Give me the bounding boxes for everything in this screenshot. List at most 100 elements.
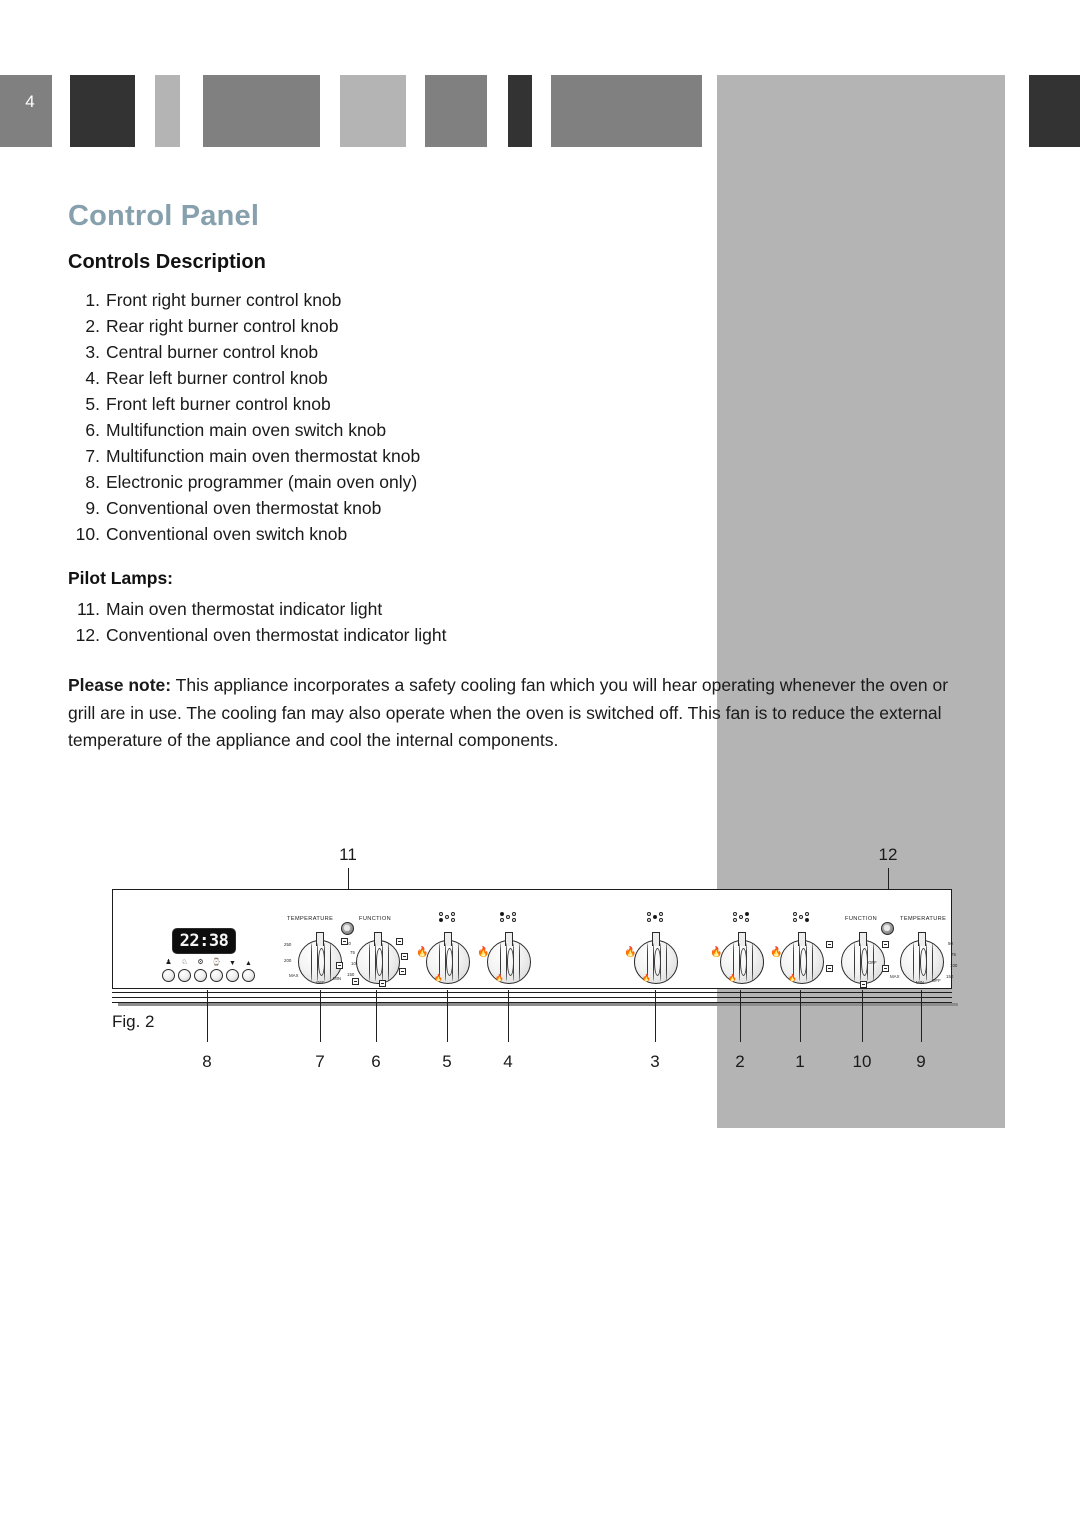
callout-leader-5 xyxy=(447,990,448,1042)
section-heading-pilot-lamps: Pilot Lamps: xyxy=(68,568,174,588)
knob-ridge xyxy=(324,943,326,981)
list-item-label: Front left burner control knob xyxy=(106,394,331,414)
callout-2: 2 xyxy=(735,1052,745,1071)
knob-ridge xyxy=(388,943,390,981)
hob-dot-active xyxy=(439,918,443,922)
list-item: 2. Rear right burner control knob xyxy=(68,313,538,339)
header-block xyxy=(203,75,320,147)
panel-trim-line xyxy=(112,992,952,993)
list-item-number: 7. xyxy=(85,446,100,466)
function-icon-off-right xyxy=(860,981,867,988)
list-item: 3. Central burner control knob xyxy=(68,339,538,365)
list-item-label: Electronic programmer (main oven only) xyxy=(106,472,418,492)
flame-icon-large: 🔥 xyxy=(477,947,490,958)
callout-12: 12 xyxy=(878,845,898,864)
knob-ridge xyxy=(458,943,460,981)
please-note-body: This appliance incorporates a safety coo… xyxy=(68,675,949,750)
flame-icon-small: 🔥 xyxy=(642,975,651,982)
knob-main-oven-switch[interactable] xyxy=(356,932,400,984)
programmer-pan-button[interactable] xyxy=(178,969,191,982)
list-item: 11. Main oven thermostat indicator light xyxy=(68,596,538,622)
function-icon-light-right xyxy=(882,941,889,948)
callout-leader-3 xyxy=(655,990,656,1042)
programmer-clock-value: 22:38 xyxy=(179,931,229,951)
programmer-increase-button[interactable] xyxy=(242,969,255,982)
knob-conventional-oven-switch[interactable] xyxy=(841,932,885,984)
function-icon-grill-right xyxy=(826,941,833,948)
knob-ridge xyxy=(330,943,332,981)
programmer-display: 22:38 xyxy=(172,928,236,954)
pan-icon: ♘ xyxy=(181,959,188,966)
hob-dot xyxy=(512,918,516,922)
knob-front-right-burner[interactable] xyxy=(780,932,824,984)
tick-150-right: 150 xyxy=(946,974,954,979)
knob-central-burner[interactable] xyxy=(634,932,678,984)
list-item-label: Multifunction main oven thermostat knob xyxy=(106,446,421,466)
header-block xyxy=(551,75,702,147)
list-item: 5. Front left burner control knob xyxy=(68,391,538,417)
list-item: 1. Front right burner control knob xyxy=(68,287,538,313)
lock-icon: ♟ xyxy=(165,959,172,966)
hob-dot xyxy=(659,918,663,922)
label-function-left: FUNCTION xyxy=(359,916,392,922)
list-item-number: 3. xyxy=(85,342,100,362)
header-block xyxy=(1029,75,1080,147)
programmer-lock-button[interactable] xyxy=(162,969,175,982)
list-item: 9. Conventional oven thermostat knob xyxy=(68,495,538,521)
hob-dot-active xyxy=(805,918,809,922)
label-temperature-left: TEMPERATURE xyxy=(287,916,334,922)
hob-dot-active xyxy=(745,912,749,916)
panel-trim-line xyxy=(112,997,952,998)
flame-icon-large: 🔥 xyxy=(710,947,723,958)
list-item-number: 12. xyxy=(75,625,100,645)
flame-icon-small: 🔥 xyxy=(788,975,797,982)
pilot-lamp-main-oven xyxy=(341,922,354,935)
chevron-up-icon: ▲ xyxy=(245,960,252,967)
please-note-label: Please note: xyxy=(68,675,172,695)
knob-ridge xyxy=(932,943,934,981)
list-item: 12. Conventional oven thermostat indicat… xyxy=(68,622,538,648)
list-item-label: Front right burner control knob xyxy=(106,290,342,310)
tick-250: 200 xyxy=(284,958,292,963)
programmer-clock-button[interactable] xyxy=(210,969,223,982)
knob-ridge xyxy=(746,943,748,981)
knob-rear-left-burner[interactable] xyxy=(487,932,531,984)
knob-ridge xyxy=(311,943,313,981)
callout-5: 5 xyxy=(442,1052,452,1071)
hob-dot xyxy=(733,912,737,916)
hob-dot xyxy=(500,918,504,922)
tick-max-right: MAX xyxy=(890,974,900,979)
programmer-decrease-button[interactable] xyxy=(226,969,239,982)
hob-dot xyxy=(451,918,455,922)
header-block xyxy=(340,75,406,147)
callout-10: 10 xyxy=(852,1052,872,1071)
programmer-pan-lid-button[interactable] xyxy=(194,969,207,982)
hob-indicator-central xyxy=(645,912,667,925)
tick-150: 150 xyxy=(347,972,355,977)
knob-rear-right-burner[interactable] xyxy=(720,932,764,984)
tick-75-right: 75 xyxy=(951,952,956,957)
flame-icon-large: 🔥 xyxy=(770,947,783,958)
callout-leader-2 xyxy=(740,990,741,1042)
clock-icon: ⌚ xyxy=(212,959,221,966)
function-icon-fan-oven xyxy=(401,953,408,960)
tick-max: MAX xyxy=(289,973,299,978)
list-item: 4. Rear left burner control knob xyxy=(68,365,538,391)
hob-dot xyxy=(647,918,651,922)
list-item-number: 4. xyxy=(85,368,100,388)
list-item-label: Rear right burner control knob xyxy=(106,316,339,336)
hob-indicator-front-right xyxy=(791,912,813,925)
list-item-label: Main oven thermostat indicator light xyxy=(106,599,383,619)
callout-leader-10 xyxy=(862,990,863,1042)
knob-ridge xyxy=(369,943,371,981)
callout-leader-6 xyxy=(376,990,377,1042)
label-temperature-right: TEMPERATURE xyxy=(900,916,947,922)
list-item-number: 1. xyxy=(85,290,100,310)
tick-off-thermo-right: OFF xyxy=(932,978,941,983)
function-icon-defrost xyxy=(352,978,359,985)
list-item-number: 6. xyxy=(85,420,100,440)
list-item: 6. Multifunction main oven switch knob xyxy=(68,417,538,443)
header-block xyxy=(155,75,180,147)
knob-ridge xyxy=(806,943,808,981)
knob-front-left-burner[interactable] xyxy=(426,932,470,984)
